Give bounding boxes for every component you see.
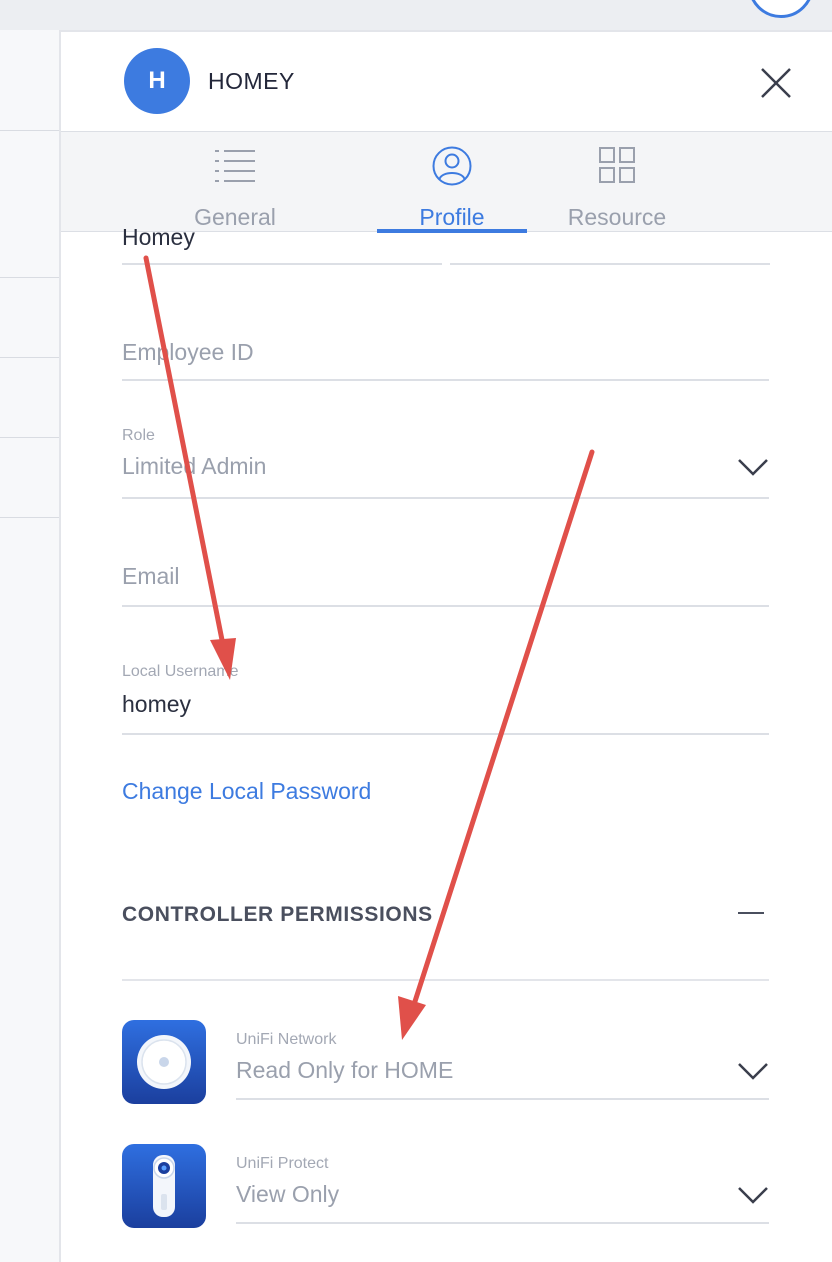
unifi-network-label: UniFi Network xyxy=(236,1031,337,1048)
last-name-field[interactable] xyxy=(450,193,770,265)
role-label: Role xyxy=(122,427,155,444)
chevron-down-icon xyxy=(738,1187,768,1204)
panel-header: H HOMEY xyxy=(61,32,832,132)
local-username-label: Local Username xyxy=(122,663,239,680)
panel-title: HOMEY xyxy=(208,68,295,94)
unifi-network-value: Read Only for HOME xyxy=(236,1057,454,1083)
role-value: Limited Admin xyxy=(122,453,267,479)
close-button[interactable] xyxy=(757,64,795,102)
profile-form: Homey Employee ID Role Limited Admin Ema… xyxy=(61,224,832,1262)
unifi-protect-label: UniFi Protect xyxy=(236,1155,329,1172)
unifi-network-permission-select[interactable]: UniFi Network Read Only for HOME xyxy=(236,1025,769,1100)
list-icon xyxy=(215,150,255,182)
first-name-value: Homey xyxy=(122,224,195,250)
controller-permissions-heading: CONTROLLER PERMISSIONS xyxy=(122,903,433,926)
background-top-bar xyxy=(0,0,832,30)
local-username-value: homey xyxy=(122,691,192,717)
unifi-network-icon xyxy=(122,1020,206,1104)
email-field[interactable]: Email xyxy=(122,555,769,607)
chevron-down-icon xyxy=(738,459,768,476)
grid-icon xyxy=(599,147,635,183)
close-icon xyxy=(761,68,791,98)
employee-id-placeholder: Employee ID xyxy=(122,339,254,365)
unifi-protect-icon xyxy=(122,1144,206,1228)
background-page-strip xyxy=(0,30,60,1262)
first-name-field[interactable]: Homey xyxy=(122,193,442,265)
local-username-field[interactable]: Local Username homey xyxy=(122,662,769,735)
unifi-protect-permission-select[interactable]: UniFi Protect View Only xyxy=(236,1149,769,1224)
user-profile-panel: H HOMEY General Profile Resource Homey E… xyxy=(59,30,832,1262)
avatar: H xyxy=(124,48,190,114)
collapse-button[interactable] xyxy=(738,900,764,926)
role-select[interactable]: Role Limited Admin xyxy=(122,427,769,499)
section-divider xyxy=(122,979,769,981)
person-icon xyxy=(432,146,472,186)
email-placeholder: Email xyxy=(122,563,180,589)
employee-id-field[interactable]: Employee ID xyxy=(122,331,769,381)
change-local-password-link[interactable]: Change Local Password xyxy=(122,778,371,805)
chevron-down-icon xyxy=(738,1063,768,1080)
unifi-protect-value: View Only xyxy=(236,1181,340,1207)
